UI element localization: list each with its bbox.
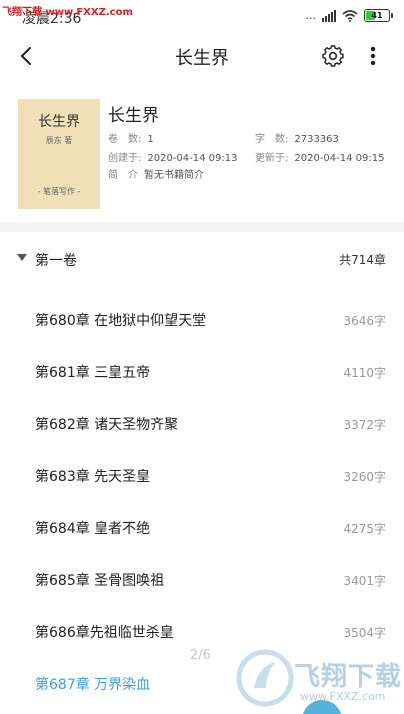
chapter-item[interactable]: 第683章 先天圣皇 3260字: [0, 449, 404, 501]
chapter-word-count: 3646字: [343, 314, 386, 328]
volume-header[interactable]: 第一卷 共714章: [0, 240, 404, 280]
section-divider: [0, 222, 404, 232]
chapter-word-count: 3401字: [343, 574, 386, 588]
meta-words: 字 数: 2733363: [255, 130, 339, 145]
meta-created: 创建于: 2020-04-14 09:13: [108, 149, 238, 164]
chapter-word-count: 4110字: [343, 366, 386, 380]
meta-created-label: 创建于:: [108, 153, 142, 164]
more-vertical-icon: [370, 46, 376, 66]
meta-created-value: 2020-04-14 09:13: [147, 153, 238, 164]
chapter-item[interactable]: 第681章 三皇五帝 4110字: [0, 345, 404, 397]
chapter-title: 第686章先祖临世杀皇: [35, 625, 174, 641]
meta-updated: 更新于: 2020-04-14 09:15: [255, 149, 385, 164]
status-icons: ... 41: [305, 9, 393, 22]
meta-intro: 简 介暂无书籍简介: [108, 166, 204, 181]
chapter-item[interactable]: 第685章 圣骨图唤祖 3401字: [0, 553, 404, 605]
chapter-word-count: 3372字: [343, 418, 386, 432]
signal-icon: [322, 9, 336, 22]
meta-intro-label: 简 介: [108, 170, 138, 181]
chapter-title: 第687章 万界染血: [35, 677, 151, 693]
chapter-word-count: 3504字: [343, 626, 386, 640]
meta-updated-value: 2020-04-14 09:15: [294, 153, 385, 164]
meta-words-label: 字 数:: [255, 134, 289, 145]
book-cover[interactable]: 长生界 辰东 著 - 笔落写作 -: [18, 99, 100, 209]
settings-button[interactable]: [320, 43, 346, 69]
status-bar: 凌晨2:36 飞翔下载 www.FXXZ.com ... 41: [0, 0, 404, 30]
chapter-list: 第680章 在地狱中仰望天堂 3646字 第681章 三皇五帝 4110字 第6…: [0, 293, 404, 709]
chapter-item[interactable]: 第680章 在地狱中仰望天堂 3646字: [0, 293, 404, 345]
cover-publisher: - 笔落写作 -: [37, 187, 81, 196]
volume-chapter-count: 共714章: [339, 253, 386, 267]
chapter-title: 第682章 诸天圣物齐聚: [35, 417, 179, 433]
meta-intro-value: 暂无书籍简介: [144, 170, 204, 181]
battery-level: 41: [371, 11, 383, 20]
meta-updated-label: 更新于:: [255, 153, 289, 164]
watermark-text: 飞翔下载 www.FXXZ.com: [2, 7, 133, 18]
chapter-item[interactable]: 第682章 诸天圣物齐聚 3372字: [0, 397, 404, 449]
cover-title: 长生界: [38, 114, 80, 130]
chapter-title: 第681章 三皇五帝: [35, 365, 151, 381]
network-dots: ...: [305, 9, 317, 22]
nav-bar: 长生界: [0, 30, 404, 82]
chapter-title: 第680章 在地狱中仰望天堂: [35, 313, 207, 329]
meta-volumes-label: 卷 数:: [108, 134, 142, 145]
watermark-logo: [236, 649, 294, 707]
collapse-arrow-icon: [17, 254, 27, 261]
watermark-brand: 飞翔下载: [294, 662, 403, 692]
chapter-title: 第685章 圣骨图唤祖: [35, 573, 165, 589]
meta-volumes: 卷 数: 1: [108, 130, 154, 145]
chapter-word-count: 4275字: [343, 522, 386, 536]
chapter-item[interactable]: 第684章 皇者不绝 4275字: [0, 501, 404, 553]
page-indicator: 2/6: [190, 648, 211, 663]
book-header: 长生界 辰东 著 - 笔落写作 - 长生界 卷 数: 1 字 数: 2733363 …: [0, 82, 404, 222]
chapter-title: 第684章 皇者不绝: [35, 521, 151, 537]
more-button[interactable]: [360, 42, 386, 70]
chapter-word-count: 3260字: [343, 470, 386, 484]
chapter-title: 第683章 先天圣皇: [35, 469, 151, 485]
cover-author: 辰东 著: [45, 136, 73, 145]
gear-icon: [322, 45, 344, 67]
battery-icon: 41: [364, 9, 393, 22]
wifi-icon: [342, 9, 358, 22]
volume-name: 第一卷: [35, 253, 77, 269]
meta-volumes-value: 1: [147, 134, 154, 145]
book-title: 长生界: [108, 106, 159, 126]
meta-words-value: 2733363: [294, 134, 339, 145]
